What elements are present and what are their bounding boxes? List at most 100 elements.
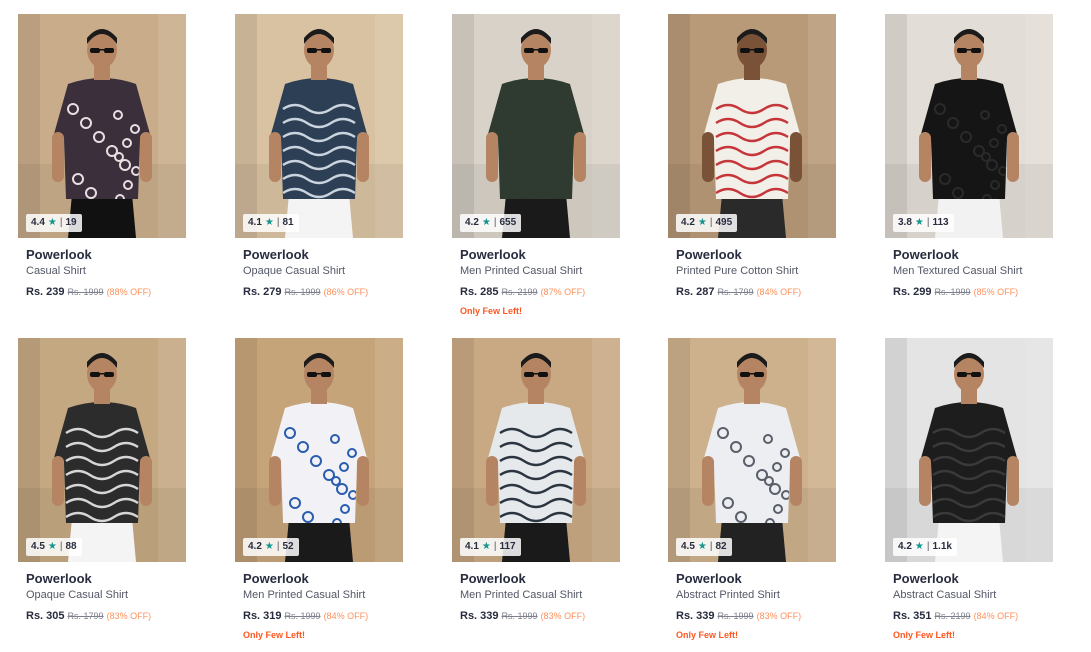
rating-value: 4.5	[31, 541, 45, 552]
product-image[interactable]: 4.4 ★ | 19	[18, 14, 186, 238]
star-icon: ★	[481, 217, 491, 228]
product-discount: (84% OFF)	[756, 287, 802, 297]
product-name: Opaque Casual Shirt	[26, 589, 129, 601]
rating-value: 3.8	[898, 217, 912, 228]
product-image[interactable]: 4.2 ★ | 495	[668, 14, 836, 238]
product-discount: (83% OFF)	[756, 611, 802, 621]
product-price-row: Rs. 339 Rs. 1999 (83% OFF)	[460, 609, 620, 623]
product-discount: (84% OFF)	[973, 611, 1019, 621]
rating-count: 88	[65, 541, 77, 552]
rating-separator: |	[276, 217, 280, 228]
product-discount: (86% OFF)	[323, 287, 369, 297]
product-price-row: Rs. 351 Rs. 2199 (84% OFF)	[893, 609, 1053, 623]
rating-count: 82	[715, 541, 727, 552]
product-price: Rs. 319	[243, 610, 282, 622]
product-card[interactable]: 4.1 ★ | 117 Powerlook Men Printed Casual…	[452, 338, 620, 623]
product-price: Rs. 287	[676, 286, 715, 298]
product-meta: Powerlook Abstract Printed Shirt Rs. 339…	[668, 562, 836, 641]
product-meta: Powerlook Men Printed Casual Shirt Rs. 2…	[452, 238, 620, 317]
rating-separator: |	[276, 541, 280, 552]
product-image[interactable]: 4.1 ★ | 81	[235, 14, 403, 238]
product-card[interactable]: 4.5 ★ | 88 Powerlook Opaque Casual Shirt…	[18, 338, 186, 623]
rating-separator: |	[59, 217, 63, 228]
product-brand: Powerlook	[893, 247, 959, 262]
rating-badge: 4.2 ★ | 655	[460, 214, 522, 232]
stock-warning: Only Few Left!	[243, 630, 306, 640]
product-price: Rs. 351	[893, 610, 932, 622]
product-price: Rs. 305	[26, 610, 65, 622]
product-brand: Powerlook	[26, 571, 92, 586]
product-mrp: Rs. 1999	[934, 287, 971, 297]
product-brand: Powerlook	[676, 247, 742, 262]
rating-badge: 4.4 ★ | 19	[26, 214, 82, 232]
stock-warning: Only Few Left!	[676, 630, 739, 640]
stock-warning: Only Few Left!	[893, 630, 956, 640]
rating-count: 1.1k	[932, 541, 952, 552]
product-price: Rs. 299	[893, 286, 932, 298]
product-image[interactable]: 4.5 ★ | 88	[18, 338, 186, 562]
star-icon: ★	[697, 541, 707, 552]
product-meta: Powerlook Opaque Casual Shirt Rs. 305 Rs.…	[18, 562, 186, 623]
product-price: Rs. 239	[26, 286, 65, 298]
product-card[interactable]: 4.1 ★ | 81 Powerlook Opaque Casual Shirt…	[235, 14, 403, 299]
product-image[interactable]: 4.1 ★ | 117	[452, 338, 620, 562]
product-discount: (83% OFF)	[540, 611, 586, 621]
rating-count: 655	[499, 217, 517, 228]
product-image[interactable]: 4.2 ★ | 1.1k	[885, 338, 1053, 562]
product-card[interactable]: 4.4 ★ | 19 Powerlook Casual Shirt Rs. 23…	[18, 14, 186, 299]
product-mrp: Rs. 1799	[67, 611, 104, 621]
product-card[interactable]: 4.2 ★ | 655 Powerlook Men Printed Casual…	[452, 14, 620, 317]
product-meta: Powerlook Abstract Casual Shirt Rs. 351 R…	[885, 562, 1053, 641]
product-discount: (84% OFF)	[323, 611, 369, 621]
star-icon: ★	[47, 217, 57, 228]
product-image[interactable]: 4.2 ★ | 655	[452, 14, 620, 238]
product-price-row: Rs. 299 Rs. 1999 (85% OFF)	[893, 285, 1053, 299]
product-name: Abstract Casual Shirt	[893, 589, 997, 601]
star-icon: ★	[914, 217, 924, 228]
rating-separator: |	[709, 217, 713, 228]
product-brand: Powerlook	[243, 571, 309, 586]
product-image[interactable]: 4.5 ★ | 82	[668, 338, 836, 562]
product-meta: Powerlook Men Printed Casual Shirt Rs. 3…	[452, 562, 620, 623]
product-card[interactable]: 4.2 ★ | 1.1k Powerlook Abstract Casual S…	[885, 338, 1053, 641]
product-meta: Powerlook Men Textured Casual Shirt Rs. …	[885, 238, 1053, 299]
rating-badge: 4.1 ★ | 117	[460, 538, 521, 556]
product-image[interactable]: 4.2 ★ | 52	[235, 338, 403, 562]
product-price-row: Rs. 287 Rs. 1799 (84% OFF)	[676, 285, 836, 299]
product-brand: Powerlook	[676, 571, 742, 586]
product-brand: Powerlook	[893, 571, 959, 586]
rating-separator: |	[493, 217, 497, 228]
product-name: Men Textured Casual Shirt	[893, 265, 1023, 277]
rating-separator: |	[926, 217, 930, 228]
rating-badge: 4.2 ★ | 1.1k	[893, 538, 957, 556]
product-name: Casual Shirt	[26, 265, 86, 277]
rating-count: 19	[65, 217, 77, 228]
product-discount: (88% OFF)	[106, 287, 152, 297]
product-meta: Powerlook Opaque Casual Shirt Rs. 279 Rs.…	[235, 238, 403, 299]
rating-badge: 4.5 ★ | 88	[26, 538, 82, 556]
product-card[interactable]: 4.2 ★ | 52 Powerlook Men Printed Casual …	[235, 338, 403, 641]
rating-value: 4.2	[681, 217, 695, 228]
product-card[interactable]: 4.2 ★ | 495 Powerlook Printed Pure Cotto…	[668, 14, 836, 299]
star-icon: ★	[264, 217, 274, 228]
product-meta: Powerlook Printed Pure Cotton Shirt Rs. …	[668, 238, 836, 299]
rating-value: 4.2	[465, 217, 479, 228]
product-mrp: Rs. 2199	[934, 611, 971, 621]
rating-count: 52	[282, 541, 294, 552]
product-price-row: Rs. 305 Rs. 1799 (83% OFF)	[26, 609, 186, 623]
product-price-row: Rs. 279 Rs. 1999 (86% OFF)	[243, 285, 403, 299]
product-mrp: Rs. 1999	[501, 611, 538, 621]
product-brand: Powerlook	[460, 571, 526, 586]
rating-badge: 4.5 ★ | 82	[676, 538, 732, 556]
product-price-row: Rs. 319 Rs. 1999 (84% OFF)	[243, 609, 403, 623]
product-card[interactable]: 3.8 ★ | 113 Powerlook Men Textured Casua…	[885, 14, 1053, 299]
product-image[interactable]: 3.8 ★ | 113	[885, 14, 1053, 238]
rating-value: 4.5	[681, 541, 695, 552]
product-price: Rs. 339	[460, 610, 499, 622]
product-name: Abstract Printed Shirt	[676, 589, 780, 601]
product-mrp: Rs. 1799	[717, 287, 754, 297]
product-card[interactable]: 4.5 ★ | 82 Powerlook Abstract Printed Sh…	[668, 338, 836, 641]
rating-badge: 4.1 ★ | 81	[243, 214, 299, 232]
rating-separator: |	[59, 541, 63, 552]
star-icon: ★	[481, 541, 491, 552]
